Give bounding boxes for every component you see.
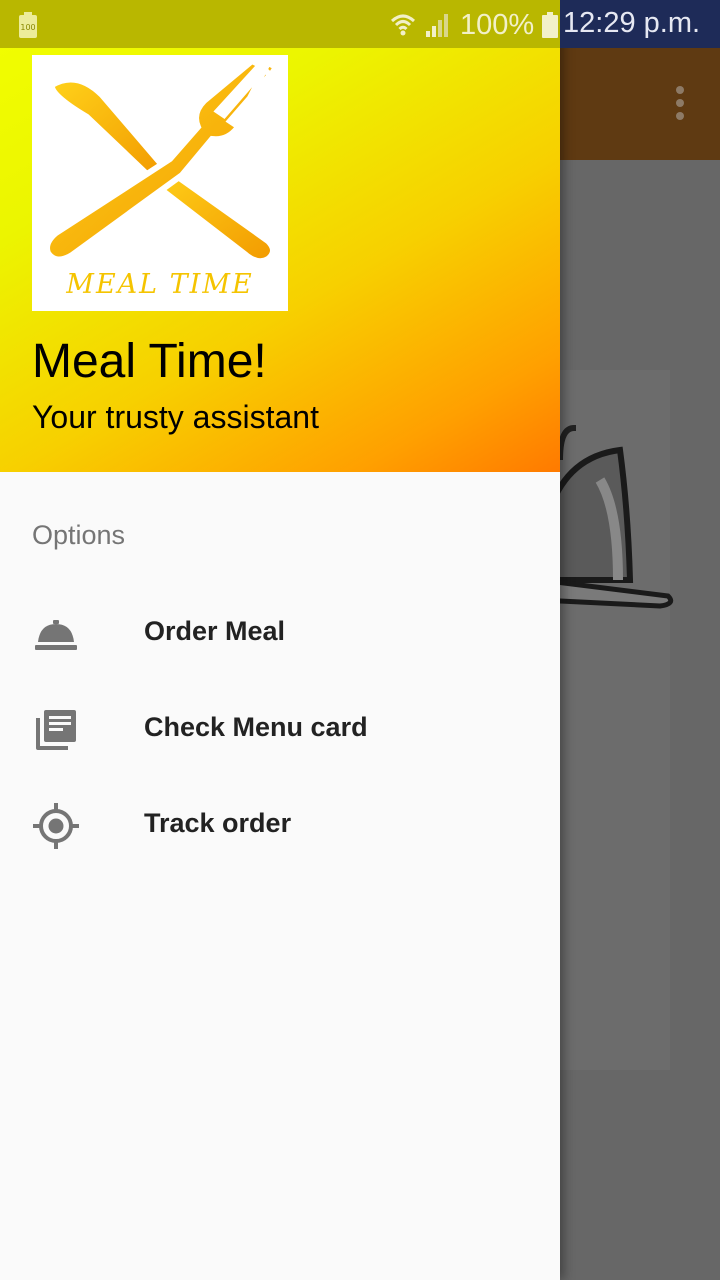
- status-time: 12:29 p.m.: [563, 7, 701, 39]
- menu-item-check-menu-card[interactable]: Check Menu card: [0, 682, 560, 778]
- status-bar: 100 100% 12:29 p.m.: [0, 0, 720, 48]
- status-bar-dimmed-section: 100 100%: [0, 0, 560, 48]
- menu-item-label: Order Meal: [144, 616, 286, 646]
- app-logo: MEAL TIME: [32, 55, 288, 311]
- menu-item-label: Check Menu card: [144, 712, 368, 742]
- battery-percentage: 100%: [460, 8, 535, 41]
- logo-text: MEAL TIME: [66, 269, 254, 300]
- drawer-subtitle: Your trusty assistant: [32, 399, 319, 435]
- library-books-icon: [36, 710, 76, 750]
- battery-saver-icon: 100: [19, 12, 37, 38]
- svg-text:100: 100: [20, 23, 35, 32]
- drawer-header: MEAL TIME Meal Time! Your trusty assista…: [0, 0, 560, 472]
- battery-icon: [542, 12, 559, 38]
- drawer-title: Meal Time!: [32, 335, 267, 388]
- status-icons: 100%: [390, 8, 559, 42]
- menu-item-label: Track order: [144, 808, 292, 838]
- navigation-drawer: MEAL TIME Meal Time! Your trusty assista…: [0, 0, 560, 1280]
- gps-target-icon: [33, 803, 79, 849]
- signal-icon: [426, 14, 448, 37]
- status-bar-right-section: 12:29 p.m.: [560, 0, 720, 48]
- section-label-options: Options: [32, 520, 126, 550]
- screen: MEAL TIME Meal Time! Your trusty assista…: [0, 0, 720, 1280]
- menu-item-track-order[interactable]: Track order: [0, 778, 560, 874]
- wifi-icon: [390, 14, 416, 36]
- overflow-menu-icon[interactable]: [674, 86, 686, 122]
- room-service-icon: [35, 620, 77, 650]
- fork-knife-icon: [44, 57, 281, 265]
- menu-item-order-meal[interactable]: Order Meal: [0, 586, 560, 682]
